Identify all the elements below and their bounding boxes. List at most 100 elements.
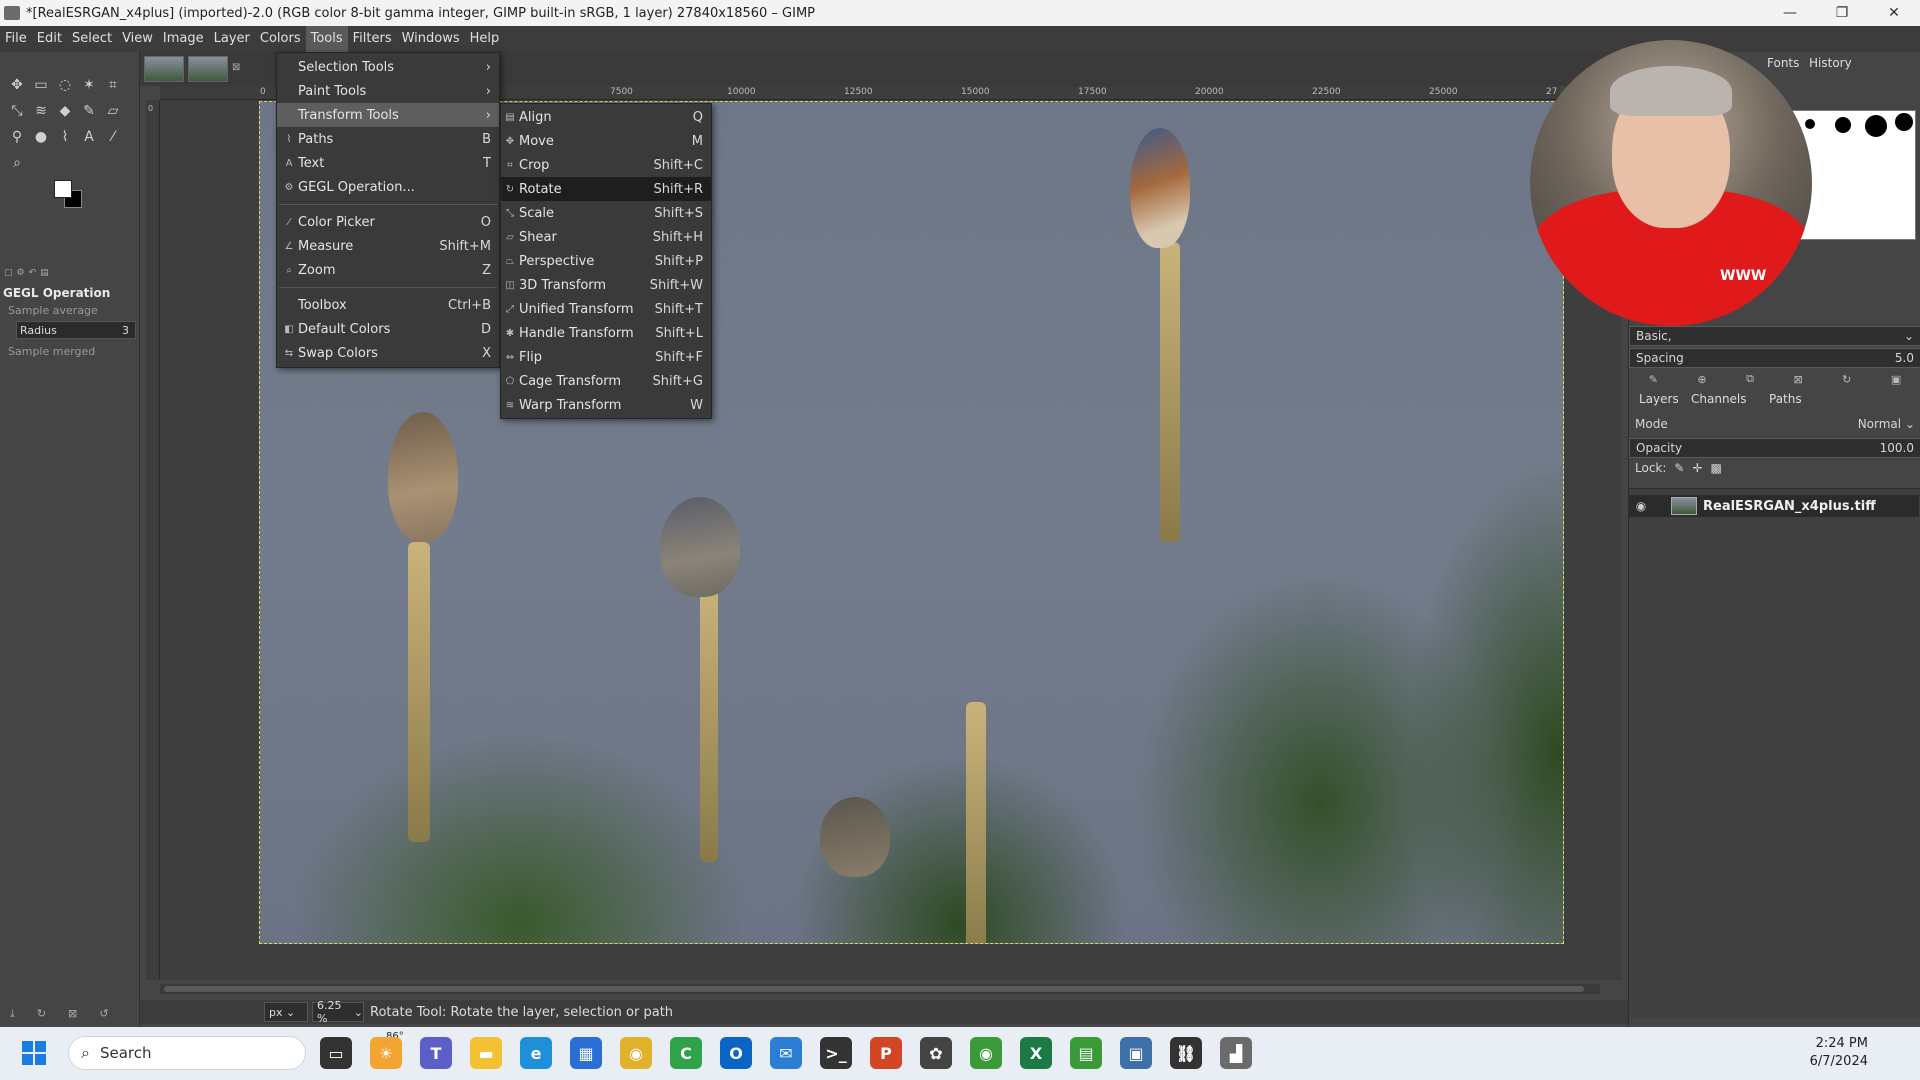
paths-tool-icon[interactable]: ⌇ [56,128,74,146]
menu-select[interactable]: Select [67,26,117,52]
warp-icon[interactable]: ≋ [32,102,50,120]
menu-item-swap-colors[interactable]: ⇆ Swap Colors X [277,341,499,365]
resolve-icon[interactable]: ✿ [920,1037,952,1069]
menu-help[interactable]: Help [465,26,505,52]
windows-start-icon[interactable] [22,1041,46,1065]
menu-colors[interactable]: Colors [255,26,306,52]
move-tool-icon[interactable]: ✥ [8,76,26,94]
zoom-tool-icon[interactable]: ⌕ [8,154,26,172]
delete-options-icon[interactable]: ⊠ [68,1007,77,1021]
menu-item-rotate[interactable]: ↻ Rotate Shift+R [501,177,711,201]
link-icon[interactable]: ⛓ [1170,1037,1202,1069]
taskbar-search[interactable]: ⌕ Search [68,1036,306,1070]
brush-as-image-icon[interactable]: ▣ [1891,373,1901,386]
edit-brush-icon[interactable]: ✎ [1649,373,1658,386]
terminal-icon[interactable]: >_ [820,1037,852,1069]
tool-options-tabs[interactable]: ▢ ⚙ ↶ ▤ [0,268,140,282]
brush-swatch[interactable] [1835,117,1851,133]
fg-bg-colors[interactable] [54,180,86,210]
menu-edit[interactable]: Edit [32,26,67,52]
brush-swatch[interactable] [1865,115,1887,137]
dodge-icon[interactable]: ● [32,128,50,146]
color-picker-icon[interactable]: ⁄ [104,128,122,146]
lock-pixels-icon[interactable]: ✎ [1674,461,1684,475]
lock-position-icon[interactable]: ✛ [1692,461,1702,475]
image-tab-thumbnail[interactable] [188,56,228,82]
horizontal-scrollbar[interactable] [160,984,1600,994]
eraser-icon[interactable]: ▱ [104,102,122,120]
fuzzy-select-icon[interactable]: ✶ [80,76,98,94]
menu-item-crop[interactable]: ⌗ Crop Shift+C [501,153,711,177]
opacity-slider[interactable]: Opacity 100.0 [1629,438,1920,458]
menu-item-handle-transform[interactable]: ✱ Handle Transform Shift+L [501,321,711,345]
scrollbar-thumb[interactable] [164,986,1584,992]
powerpoint-icon[interactable]: P [870,1037,902,1069]
menu-file[interactable]: File [0,26,32,52]
spacing-slider[interactable]: Spacing 5.0 [1629,348,1920,368]
lasso-icon[interactable]: ◌ [56,76,74,94]
minimize-icon[interactable]: — [1764,0,1816,26]
camtasia-icon[interactable]: C [670,1037,702,1069]
menu-layer[interactable]: Layer [209,26,255,52]
close-tabs-icon[interactable]: ⊠ [232,62,240,73]
layer-row[interactable]: ◉ RealESRGAN_x4plus.tiff [1629,495,1919,517]
bucket-fill-icon[interactable]: ◆ [56,102,74,120]
menu-item-zoom[interactable]: ⌕ Zoom Z [277,258,499,282]
menu-item-gegl-operation[interactable]: ⚙ GEGL Operation... [277,175,499,199]
tab-fonts[interactable]: Fonts [1767,56,1799,70]
gimp-icon[interactable]: ▟ [1220,1037,1252,1069]
menu-windows[interactable]: Windows [397,26,465,52]
system-clock[interactable]: 2:24 PM 6/7/2024 [1810,1035,1868,1071]
chrome-alt-icon[interactable]: ◉ [970,1037,1002,1069]
text-tool-icon[interactable]: A [80,128,98,146]
restore-icon[interactable]: ❐ [1816,0,1868,26]
duplicate-brush-icon[interactable]: ⧉ [1746,372,1754,386]
mail-icon[interactable]: ✉ [770,1037,802,1069]
menu-item-scale[interactable]: ⤡ Scale Shift+S [501,201,711,225]
zoom-select[interactable]: 6.25 % ⌄ [312,999,364,1025]
menu-item-unified-transform[interactable]: ⤢ Unified Transform Shift+T [501,297,711,321]
sample-average-toggle[interactable]: Sample average [0,302,140,319]
tab-paths[interactable]: Paths [1769,392,1802,406]
device-status-tab-icon[interactable]: ⚙ [17,268,25,282]
menu-filters[interactable]: Filters [348,26,397,52]
task-view-icon[interactable]: ▭ [320,1037,352,1069]
images-tab-icon[interactable]: ▤ [40,268,49,282]
restore-options-icon[interactable]: ↻ [37,1007,46,1021]
image-tab-thumbnail[interactable] [144,56,184,82]
store-icon[interactable]: ▦ [570,1037,602,1069]
excel-icon[interactable]: X [1020,1037,1052,1069]
menu-item-cage-transform[interactable]: ⬠ Cage Transform Shift+G [501,369,711,393]
sheets-icon[interactable]: ▤ [1070,1037,1102,1069]
save-options-icon[interactable]: ⤓ [10,1007,15,1021]
menu-item-selection-tools[interactable]: Selection Tools › [277,55,499,79]
crop-tool-icon[interactable]: ⌗ [104,76,122,94]
mode-select[interactable]: Normal ⌄ [1858,417,1915,431]
undo-history-tab-icon[interactable]: ↶ [29,268,37,282]
foreground-color-swatch[interactable] [54,180,72,198]
edge-icon[interactable]: e [520,1037,552,1069]
brush-swatch[interactable] [1895,113,1913,131]
remote-desktop-icon[interactable]: ▣ [1120,1037,1152,1069]
tool-options-tab-icon[interactable]: ▢ [4,268,13,282]
weather-icon[interactable]: ☀ [370,1037,402,1069]
menu-item-transform-tools[interactable]: Transform Tools › [277,103,499,127]
file-explorer-icon[interactable]: ▬ [470,1037,502,1069]
paintbrush-icon[interactable]: ✎ [80,102,98,120]
delete-brush-icon[interactable]: ⊠ [1793,373,1802,386]
menu-item-text[interactable]: A Text T [277,151,499,175]
radius-spin[interactable]: Radius 3 [16,321,136,339]
menu-item-warp-transform[interactable]: ≋ Warp Transform W [501,393,711,417]
unified-transform-icon[interactable]: ⤡ [8,102,26,120]
layer-name[interactable]: RealESRGAN_x4plus.tiff [1703,499,1876,514]
menu-item-perspective[interactable]: ⏢ Perspective Shift+P [501,249,711,273]
unit-select[interactable]: px ⌄ [264,1002,308,1022]
reset-options-icon[interactable]: ↺ [99,1007,108,1021]
menu-tools[interactable]: Tools [305,26,348,52]
menu-item-toolbox[interactable]: Toolbox Ctrl+B [277,293,499,317]
menu-image[interactable]: Image [158,26,209,52]
tab-history[interactable]: History [1809,56,1852,70]
lock-alpha-icon[interactable]: ▩ [1711,461,1722,475]
menu-item-measure[interactable]: ∠ Measure Shift+M [277,234,499,258]
menu-item-color-picker[interactable]: ⁄ Color Picker O [277,210,499,234]
